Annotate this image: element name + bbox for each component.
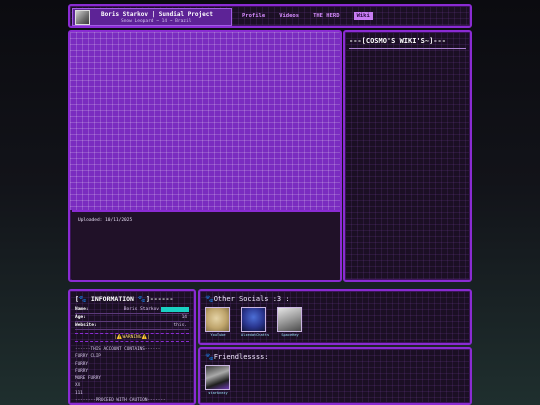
info-value: 14 <box>181 315 187 320</box>
profile-identity: Boris Starkov | Sundial Project Snow Leo… <box>72 8 232 26</box>
main-content-panel: Uploaded: 10/11/2025 <box>68 30 342 282</box>
list-item: FURRY CLIP <box>75 354 101 360</box>
friends-list: starknezy <box>205 365 465 395</box>
content-warning-list: ------THIS ACCOUNT CONTAINS------ FURRY … <box>75 346 189 404</box>
info-key: Age: <box>75 315 86 320</box>
nav-wiki[interactable]: Wiki <box>353 12 373 20</box>
info-row-website: Website: this. <box>75 322 189 330</box>
social-spacehey[interactable]: SpaceHey <box>277 307 303 337</box>
chat-avatar-icon[interactable] <box>241 307 266 332</box>
social-label[interactable]: YouTube <box>205 333 231 337</box>
warning-banner: |⚠️WARNING⚠️| <box>75 333 189 342</box>
info-key: Website: <box>75 323 97 328</box>
friends-title: Friendlessss: <box>213 353 269 361</box>
upload-caption: Uploaded: 10/11/2025 <box>72 210 340 280</box>
profile-name: Boris Starkov | Sundial Project <box>101 11 213 18</box>
friend-label[interactable]: starknezy <box>205 391 231 395</box>
paw-icon: 🐾 <box>205 295 214 303</box>
website-link[interactable]: this. <box>109 323 189 328</box>
socials-heading: 🐾Other Socials :3 : <box>205 295 465 303</box>
social-chat[interactable]: AlzedatChatts <box>241 307 269 337</box>
info-key: Name: <box>75 307 89 312</box>
top-nav: Profile Videos THE HERD Wiki <box>242 12 373 20</box>
uploaded-date: Uploaded: 10/11/2025 <box>78 218 133 223</box>
paw-icon: 🐾 <box>205 353 214 361</box>
nav-the-herd[interactable]: THE HERD <box>313 13 340 20</box>
socials-title: Other Socials :3 : <box>213 295 290 303</box>
youtube-avatar-icon[interactable] <box>205 307 230 332</box>
info-row-age: Age: 14 <box>75 314 189 322</box>
media-stage <box>70 32 340 210</box>
info-value: Boris Starkov <box>123 307 159 312</box>
info-row-name: Name: Boris Starkov <box>75 306 189 314</box>
social-youtube[interactable]: YouTube <box>205 307 231 337</box>
nav-profile[interactable]: Profile <box>242 13 265 20</box>
list-item: MORE FURRY <box>75 376 101 382</box>
social-label[interactable]: AlzedatChatts <box>241 333 269 337</box>
information-title: [🐾 INFORMATION 🐾]------ <box>75 295 174 303</box>
profile-avatar[interactable] <box>75 10 90 25</box>
friend-avatar-icon[interactable] <box>205 365 230 390</box>
list-item: FURRY <box>75 361 88 367</box>
name-highlight-bar <box>161 307 189 312</box>
wiki-sidebar: ---[COSMO'S WIKI'S~]--- <box>343 30 472 282</box>
socials-list: YouTube AlzedatChatts SpaceHey <box>205 307 465 337</box>
friend-item[interactable]: starknezy <box>205 365 231 395</box>
list-item: 111 <box>75 390 83 396</box>
list-item: --------PROCEED WITH CAUTION------- <box>75 398 166 404</box>
spacehey-avatar-icon[interactable] <box>277 307 302 332</box>
list-item: XX <box>75 383 81 389</box>
wiki-title: ---[COSMO'S WIKI'S~]--- <box>349 37 466 49</box>
list-item: FURRY <box>75 368 88 374</box>
list-item: ------THIS ACCOUNT CONTAINS------ <box>75 347 161 352</box>
profile-header: Boris Starkov | Sundial Project Snow Leo… <box>68 4 472 28</box>
information-panel: [🐾 INFORMATION 🐾]------ Name: Boris Star… <box>68 289 196 405</box>
profile-subtitle: Snow Leopard ~ 14 ~ Brazil <box>121 19 192 24</box>
nav-videos[interactable]: Videos <box>279 13 299 20</box>
social-label[interactable]: SpaceHey <box>277 333 303 337</box>
friends-heading: 🐾Friendlessss: <box>205 353 465 361</box>
other-socials-panel: 🐾Other Socials :3 : YouTube AlzedatChatt… <box>198 289 472 345</box>
friends-panel: 🐾Friendlessss: starknezy <box>198 347 472 405</box>
